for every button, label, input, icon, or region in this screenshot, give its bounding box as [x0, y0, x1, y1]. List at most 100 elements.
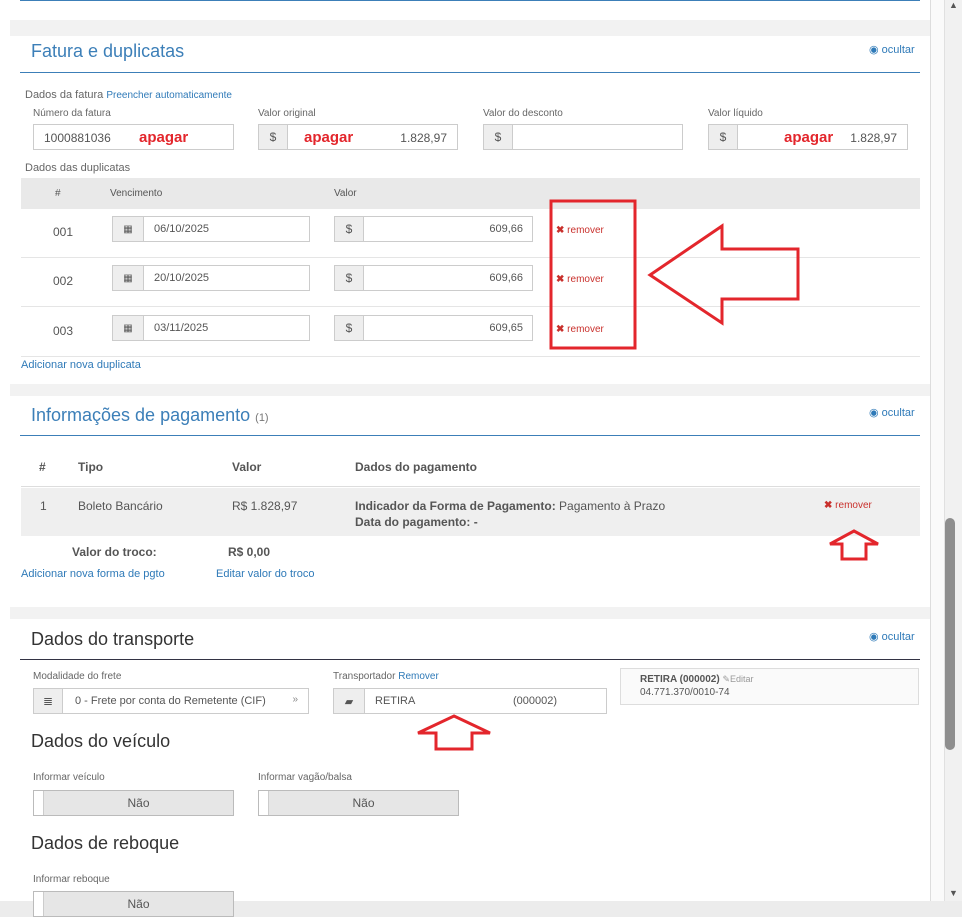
- vencimento-value: 06/10/2025: [154, 223, 210, 235]
- pagamento-row-indicador: Indicador da Forma de Pagamento: Pagamen…: [355, 499, 665, 513]
- scroll-down-icon[interactable]: ▼: [949, 888, 958, 898]
- duplicata-row: 003 ▦ 03/11/2025 $ 609,65 ✖ remover: [21, 308, 920, 357]
- col-valor-header: Valor: [334, 188, 357, 199]
- troco-value: R$ 0,00: [228, 545, 271, 559]
- fatura-ocultar-link[interactable]: ◉ ocultar: [869, 43, 915, 56]
- informar-veiculo-value: Não: [127, 796, 150, 810]
- valor-original-input[interactable]: apagar 1.828,97: [287, 124, 458, 150]
- chevron-down-icon: »: [292, 694, 298, 705]
- pagamento-count: (1): [255, 412, 269, 424]
- ocultar-label: ocultar: [881, 44, 915, 56]
- transportador-label: Transportador Remover: [333, 671, 439, 682]
- adicionar-forma-pgto-link[interactable]: Adicionar nova forma de pgto: [21, 568, 165, 580]
- duplicata-row: 002 ▦ 20/10/2025 $ 609,66 ✖ remover: [21, 258, 920, 307]
- valor-liquido-label: Valor líquido: [708, 108, 763, 119]
- page-content: Fatura e duplicatas ◉ ocultar Dados da f…: [0, 0, 930, 917]
- valor-input[interactable]: 609,66: [363, 216, 533, 242]
- card-cnpj: 04.771.370/0010-74: [640, 687, 730, 698]
- duplicata-row: 001 ▦ 06/10/2025 $ 609,66 ✖ remover: [21, 209, 920, 258]
- veiculo-section-title: Dados do veículo: [31, 731, 171, 751]
- modalidade-frete-select[interactable]: 0 - Frete por conta do Remetente (CIF) »: [62, 688, 309, 714]
- scrollbar-track[interactable]: ▲ ▼: [944, 0, 962, 901]
- close-icon: ✖: [556, 225, 565, 236]
- vencimento-input[interactable]: 06/10/2025: [143, 216, 310, 242]
- eye-icon: ◉: [869, 407, 879, 419]
- toggle-knob: [34, 892, 44, 916]
- remover-duplicata-button[interactable]: ✖ remover: [556, 324, 604, 335]
- scrollbar-thumb[interactable]: [945, 518, 955, 750]
- valor-original-label: Valor original: [258, 108, 316, 119]
- modalidade-frete-label: Modalidade do frete: [33, 671, 122, 682]
- apagar-annotation: apagar: [784, 129, 834, 146]
- adicionar-duplicata-link[interactable]: Adicionar nova duplicata: [21, 359, 141, 371]
- valor-liquido-input[interactable]: apagar 1.828,97: [737, 124, 908, 150]
- close-icon: ✖: [556, 324, 565, 335]
- informar-vagao-value: Não: [352, 796, 375, 810]
- card-editar-label: Editar: [730, 674, 754, 684]
- duplicata-num: 001: [53, 225, 74, 239]
- valor-desconto-label: Valor do desconto: [483, 108, 563, 119]
- remover-duplicata-button[interactable]: ✖ remover: [556, 274, 604, 285]
- remover-label: remover: [567, 324, 604, 335]
- preencher-automaticamente-link[interactable]: Preencher automaticamente: [106, 90, 232, 101]
- fatura-section-title: Fatura e duplicatas: [31, 41, 185, 61]
- col-vencimento-header: Vencimento: [110, 188, 163, 199]
- card-title: RETIRA (000002) ✎Editar: [640, 674, 754, 685]
- numero-fatura-input[interactable]: 1000881036 apagar: [33, 124, 234, 150]
- duplicatas-table-header: # Vencimento Valor: [21, 178, 920, 209]
- duplicata-num: 002: [53, 274, 74, 288]
- vencimento-input[interactable]: 03/11/2025: [143, 315, 310, 341]
- valor-liquido-value: 1.828,97: [850, 131, 897, 145]
- calendar-icon: ▦: [112, 216, 144, 242]
- informar-reboque-value: Não: [127, 897, 150, 911]
- section-separator: [10, 20, 930, 36]
- edit-icon: ✎: [722, 674, 730, 684]
- valor-input[interactable]: 609,66: [363, 265, 533, 291]
- col-valor-header: Valor: [232, 460, 262, 474]
- editar-troco-link[interactable]: Editar valor do troco: [216, 568, 314, 580]
- col-dados-header: Dados do pagamento: [355, 460, 478, 474]
- ocultar-label: ocultar: [881, 631, 915, 643]
- transporte-title-rule: [20, 659, 920, 660]
- pagamento-section-title: Informações de pagamento (1): [31, 405, 269, 426]
- dados-fatura-label: Dados da fatura Preencher automaticament…: [25, 89, 232, 101]
- valor-currency: $: [334, 315, 364, 341]
- apagar-annotation: apagar: [139, 129, 189, 146]
- informar-reboque-toggle[interactable]: Não: [33, 891, 234, 917]
- informar-veiculo-toggle[interactable]: Não: [33, 790, 234, 816]
- pagamento-title-text: Informações de pagamento: [31, 405, 251, 425]
- transportador-label-text: Transportador: [333, 671, 396, 682]
- transportador-input[interactable]: RETIRA (000002): [364, 688, 607, 714]
- modalidade-value: 0 - Frete por conta do Remetente (CIF): [75, 695, 266, 707]
- valor-desconto-input[interactable]: [512, 124, 683, 150]
- valor-original-value: 1.828,97: [400, 131, 447, 145]
- transporte-ocultar-link[interactable]: ◉ ocultar: [869, 630, 915, 643]
- toggle-knob: [34, 791, 44, 815]
- card-title-text: RETIRA (000002): [640, 674, 720, 685]
- eye-icon: ◉: [869, 631, 879, 643]
- valor-input[interactable]: 609,65: [363, 315, 533, 341]
- pagamento-row: 1 Boleto Bancário R$ 1.828,97 Indicador …: [21, 488, 920, 536]
- remover-label: remover: [567, 225, 604, 236]
- ocultar-label: ocultar: [881, 407, 915, 419]
- vencimento-input[interactable]: 20/10/2025: [143, 265, 310, 291]
- duplicata-num: 003: [53, 324, 74, 338]
- scroll-up-icon[interactable]: ▲: [949, 0, 958, 10]
- remover-pagamento-button[interactable]: ✖ remover: [824, 500, 872, 511]
- informar-vagao-toggle[interactable]: Não: [258, 790, 459, 816]
- remover-duplicata-button[interactable]: ✖ remover: [556, 225, 604, 236]
- valor-currency: $: [334, 265, 364, 291]
- toggle-knob: [259, 791, 269, 815]
- valor-desconto-currency: $: [483, 124, 513, 150]
- pagamento-title-rule: [20, 435, 920, 436]
- section-separator: [10, 607, 930, 619]
- truck-icon: ▰: [333, 688, 365, 714]
- transportador-name: RETIRA: [375, 695, 416, 707]
- vencimento-value: 20/10/2025: [154, 272, 210, 284]
- transportador-remover-link[interactable]: Remover: [398, 671, 439, 682]
- informar-veiculo-label: Informar veículo: [33, 772, 105, 783]
- remover-label: remover: [835, 500, 872, 511]
- pagamento-ocultar-link[interactable]: ◉ ocultar: [869, 406, 915, 419]
- card-editar-link[interactable]: ✎Editar: [722, 674, 753, 684]
- fatura-title-rule: [20, 72, 920, 73]
